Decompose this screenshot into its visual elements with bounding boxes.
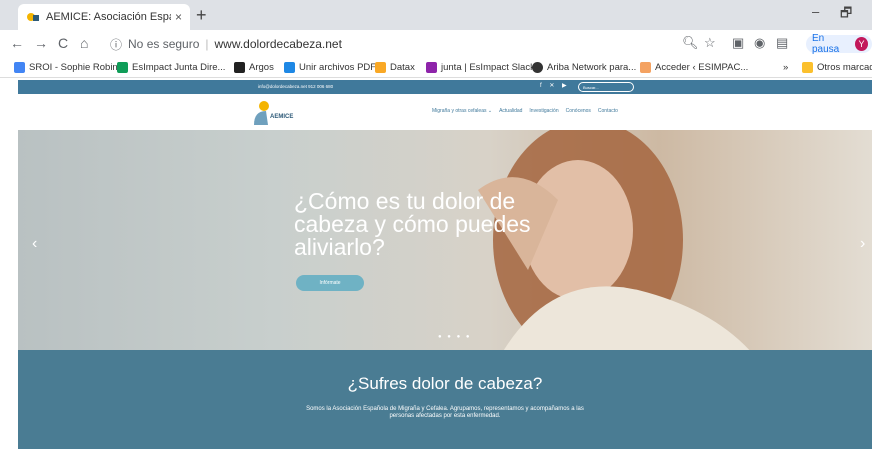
menu-item-migrana[interactable]: Migraña y otras cefaleas ⌄: [432, 108, 492, 114]
avatar: Y: [855, 37, 868, 51]
bookmarks-bar: SROI - Sophie Robin EsImpact Junta Dire.…: [0, 58, 872, 78]
tab-close-icon[interactable]: ×: [175, 10, 182, 24]
social-icons[interactable]: f ✕ ▶: [540, 82, 570, 89]
hero-title: ¿Cómo es tu dolor de cabeza y cómo puede…: [294, 188, 531, 260]
tab-title: AEMICE: Asociación Española de: [46, 11, 171, 23]
extension-icon[interactable]: ▣: [732, 35, 744, 51]
bookmark-item[interactable]: Acceder ‹ ESIMPAC...: [640, 62, 748, 73]
slider-prev-icon[interactable]: ‹: [32, 235, 37, 253]
extension-doc-icon[interactable]: ▤: [776, 35, 788, 51]
extension-circle-icon[interactable]: ◉: [754, 35, 765, 51]
site-logo[interactable]: AEMICE: [252, 99, 324, 125]
slack-icon: [426, 62, 437, 73]
zoom-icon[interactable]: 🔍︎: [682, 35, 699, 51]
datax-icon: [375, 62, 386, 73]
hero-slider: ¿Cómo es tu dolor de cabeza y cómo puede…: [18, 130, 872, 350]
other-bookmarks[interactable]: Otros marcado: [802, 62, 872, 73]
restore-button[interactable]: 🗗: [840, 4, 852, 26]
tab-strip: AEMICE: Asociación Española de × + – 🗗: [0, 0, 872, 30]
web-page: info@dolordecabeza.net 912 006 680 f ✕ ▶…: [18, 80, 872, 449]
site-favicon-icon: [27, 13, 39, 21]
home-button[interactable]: ⌂: [80, 35, 88, 51]
browser-tab[interactable]: AEMICE: Asociación Española de ×: [18, 4, 190, 30]
security-label: No es seguro: [128, 37, 200, 51]
intro-band: ¿Sufres dolor de cabeza? Somos la Asocia…: [18, 350, 872, 449]
bookmark-item[interactable]: Unir archivos PDF: [284, 62, 376, 73]
menu-item-contacto[interactable]: Contacto: [598, 108, 618, 114]
reload-button[interactable]: C: [58, 35, 68, 51]
bookmark-item[interactable]: EsImpact Junta Dire...: [117, 62, 225, 73]
band-title: ¿Sufres dolor de cabeza?: [347, 374, 543, 393]
bookmark-item[interactable]: Ariba Network para...: [532, 62, 636, 73]
logo-icon: [254, 101, 269, 125]
menu-item-actualidad[interactable]: Actualidad: [499, 108, 522, 114]
bookmark-star-icon[interactable]: ☆: [704, 35, 716, 51]
minimize-button[interactable]: –: [812, 4, 819, 19]
bookmarks-overflow-button[interactable]: »: [783, 62, 788, 73]
new-tab-button[interactable]: +: [196, 5, 207, 26]
site-search-input[interactable]: Buscar...: [578, 82, 634, 92]
profile-paused-button[interactable]: En pausa Y: [806, 33, 872, 55]
bookmark-item[interactable]: Argos: [234, 62, 274, 73]
argos-icon: [234, 62, 245, 73]
site-topbar: info@dolordecabeza.net 912 006 680 f ✕ ▶…: [18, 80, 872, 94]
drive-icon: [117, 62, 128, 73]
forward-button[interactable]: →: [34, 35, 48, 51]
pdf-icon: [284, 62, 295, 73]
bookmark-item[interactable]: Datax: [375, 62, 415, 73]
menu-item-conocenos[interactable]: Conócenos: [566, 108, 591, 114]
slider-next-icon[interactable]: ›: [860, 235, 865, 253]
paused-label: En pausa: [812, 33, 840, 55]
logo-text: AEMICE: [270, 114, 294, 120]
folder-icon: [802, 62, 813, 73]
contact-info[interactable]: info@dolordecabeza.net 912 006 680: [258, 84, 333, 89]
back-button[interactable]: ←: [10, 35, 24, 51]
browser-toolbar: ← → C ⌂ ⓘ No es seguro | www.dolordecabe…: [0, 30, 872, 58]
main-menu: Migraña y otras cefaleas ⌄ Actualidad In…: [432, 108, 618, 114]
slider-dots[interactable]: ● ● ● ●: [438, 334, 472, 340]
divider: |: [205, 37, 209, 51]
drive-icon: [14, 62, 25, 73]
bookmark-item[interactable]: SROI - Sophie Robin: [14, 62, 118, 73]
site-header: AEMICE Migraña y otras cefaleas ⌄ Actual…: [18, 94, 872, 130]
info-icon[interactable]: ⓘ: [110, 36, 122, 53]
esi-icon: [640, 62, 651, 73]
menu-item-investigacion[interactable]: Investigación: [529, 108, 558, 114]
url-text[interactable]: www.dolordecabeza.net: [215, 37, 342, 51]
address-bar[interactable]: ⓘ No es seguro | www.dolordecabeza.net: [110, 34, 710, 54]
ariba-icon: [532, 62, 543, 73]
hero-cta-button[interactable]: Infórmate: [296, 275, 364, 291]
bookmark-item[interactable]: junta | EsImpact Slack: [426, 62, 535, 73]
band-text: Somos la Asociación Española de Migraña …: [306, 406, 584, 419]
